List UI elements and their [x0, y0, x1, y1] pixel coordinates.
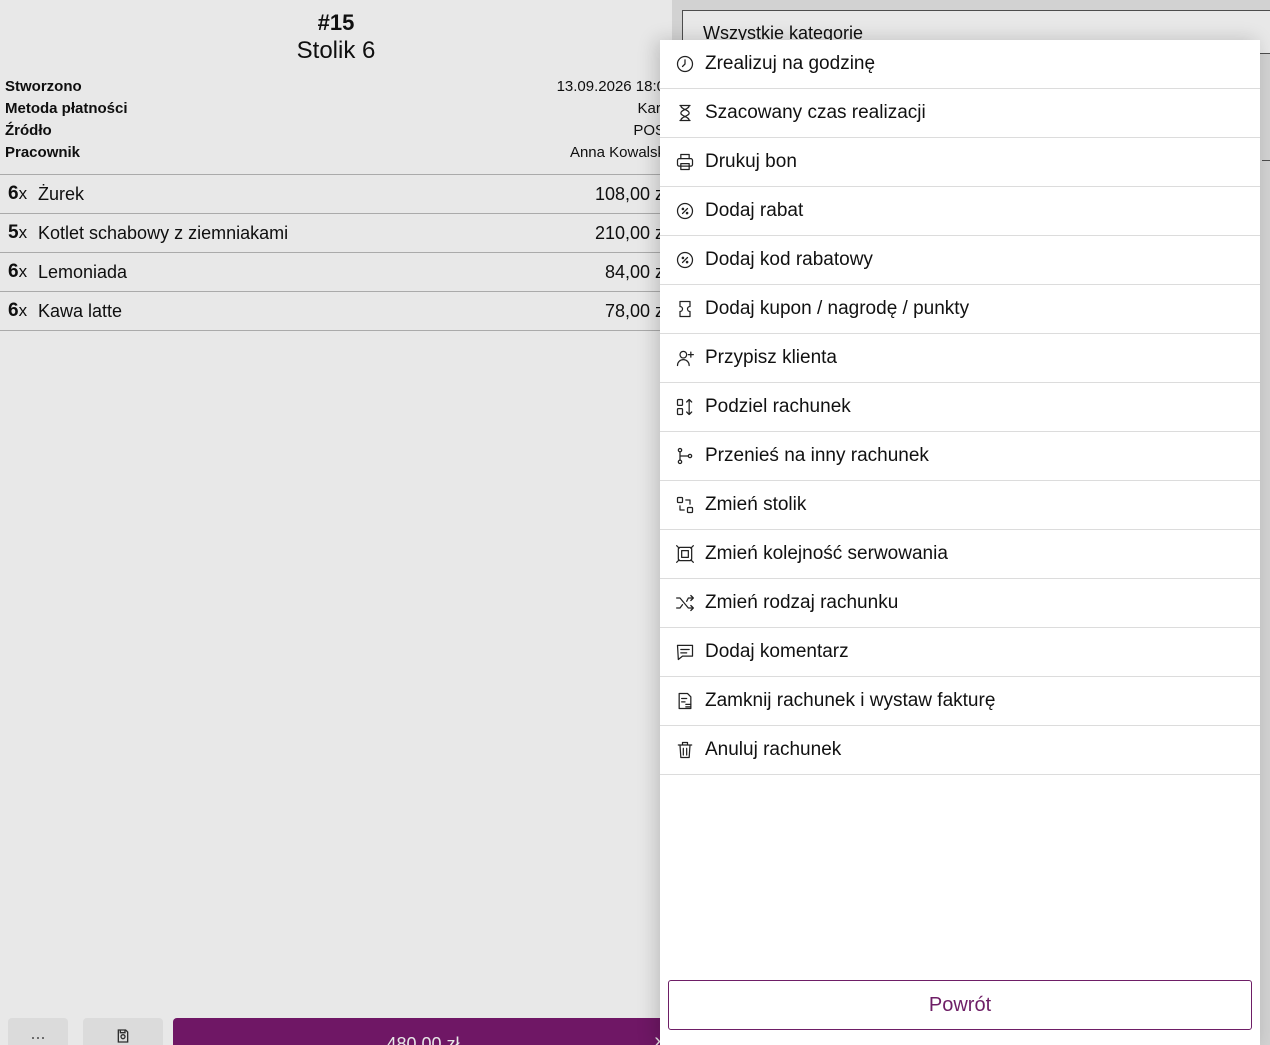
menu-item-cancel-bill[interactable]: Anuluj rachunek	[660, 726, 1260, 775]
clock-icon	[675, 54, 695, 74]
swap-table-icon	[675, 495, 695, 515]
menu-item-schedule[interactable]: Zrealizuj na godzinę	[660, 40, 1260, 89]
menu-item-label: Przypisz klienta	[705, 347, 837, 368]
back-button[interactable]: Powrót	[668, 980, 1252, 1030]
order-frame-icon	[675, 544, 695, 564]
menu-item-add-comment[interactable]: Dodaj komentarz	[660, 628, 1260, 677]
printer-icon	[675, 152, 695, 172]
menu-item-label: Szacowany czas realizacji	[705, 102, 926, 123]
shuffle-icon	[675, 593, 695, 613]
menu-item-label: Zmień kolejność serwowania	[705, 543, 948, 564]
user-plus-icon	[675, 348, 695, 368]
menu-item-change-bill-type[interactable]: Zmień rodzaj rachunku	[660, 579, 1260, 628]
menu-item-estimated-time[interactable]: Szacowany czas realizacji	[660, 89, 1260, 138]
menu-item-label: Przenieś na inny rachunek	[705, 445, 929, 466]
menu-item-add-discount[interactable]: Dodaj rabat	[660, 187, 1260, 236]
discount-code-icon	[675, 250, 695, 270]
menu-item-label: Zrealizuj na godzinę	[705, 53, 876, 74]
menu-item-add-coupon[interactable]: Dodaj kupon / nagrodę / punkty	[660, 285, 1260, 334]
git-branch-icon	[675, 446, 695, 466]
split-icon	[675, 397, 695, 417]
trash-icon	[675, 740, 695, 760]
menu-item-close-and-invoice[interactable]: Zamknij rachunek i wystaw fakturę	[660, 677, 1260, 726]
menu-item-label: Podziel rachunek	[705, 396, 851, 417]
menu-item-label: Zamknij rachunek i wystaw fakturę	[705, 690, 996, 711]
menu-item-split-bill[interactable]: Podziel rachunek	[660, 383, 1260, 432]
comment-icon	[675, 642, 695, 662]
coupon-icon	[675, 299, 695, 319]
menu-item-add-discount-code[interactable]: Dodaj kod rabatowy	[660, 236, 1260, 285]
menu-item-label: Zmień rodzaj rachunku	[705, 592, 899, 613]
menu-item-label: Dodaj komentarz	[705, 641, 849, 662]
menu-item-label: Zmień stolik	[705, 494, 807, 515]
menu-item-move-to-bill[interactable]: Przenieś na inny rachunek	[660, 432, 1260, 481]
menu-item-label: Anuluj rachunek	[705, 739, 842, 760]
menu-item-print-ticket[interactable]: Drukuj bon	[660, 138, 1260, 187]
menu-item-change-serving-order[interactable]: Zmień kolejność serwowania	[660, 530, 1260, 579]
hourglass-icon	[675, 103, 695, 123]
menu-item-label: Drukuj bon	[705, 151, 797, 172]
menu-item-label: Dodaj rabat	[705, 200, 804, 221]
discount-icon	[675, 201, 695, 221]
menu-item-change-table[interactable]: Zmień stolik	[660, 481, 1260, 530]
invoice-icon	[675, 691, 695, 711]
menu-item-assign-customer[interactable]: Przypisz klienta	[660, 334, 1260, 383]
order-actions-menu: Zrealizuj na godzinę Szacowany czas real…	[660, 40, 1260, 1045]
menu-item-label: Dodaj kod rabatowy	[705, 249, 873, 270]
menu-item-label: Dodaj kupon / nagrodę / punkty	[705, 298, 970, 319]
